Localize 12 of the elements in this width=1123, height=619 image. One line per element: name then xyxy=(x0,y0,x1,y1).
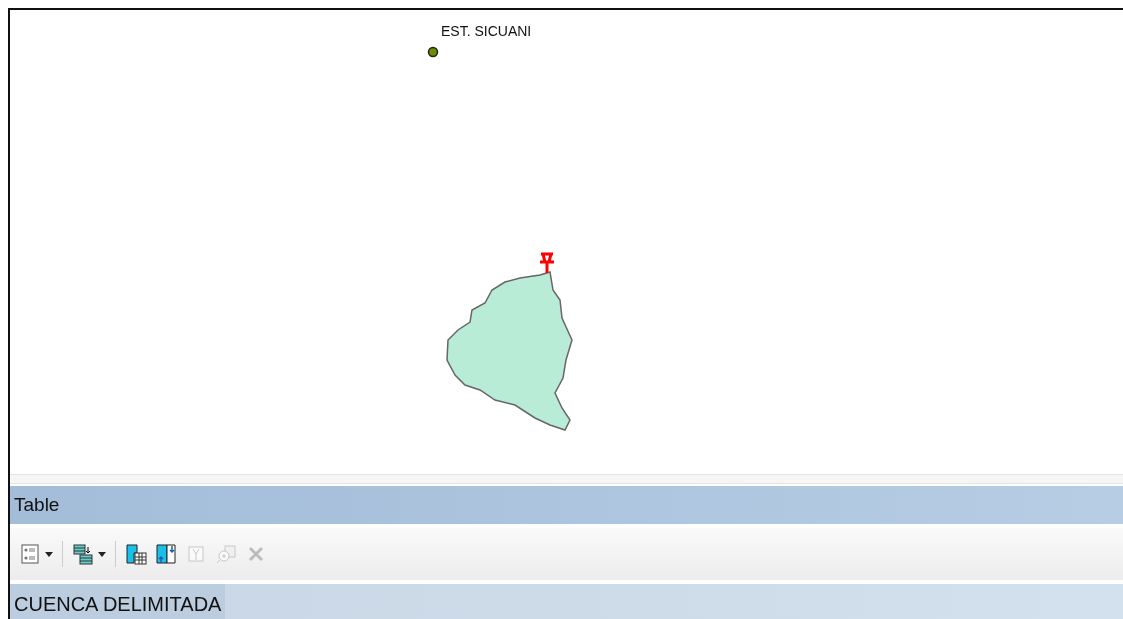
caret-icon xyxy=(45,551,53,557)
table-title: Table xyxy=(14,494,60,516)
table-icon xyxy=(125,543,147,565)
station-point xyxy=(427,46,439,58)
tables-icon xyxy=(72,543,94,565)
clear-icon xyxy=(185,543,207,565)
zoom-icon xyxy=(215,543,237,565)
caret-icon xyxy=(98,551,106,557)
list-icon xyxy=(19,543,41,565)
table-tab[interactable]: CUENCA DELIMITADA xyxy=(10,584,226,619)
swap-icon xyxy=(155,543,177,565)
station-label: EST. SICUANI xyxy=(441,23,532,39)
